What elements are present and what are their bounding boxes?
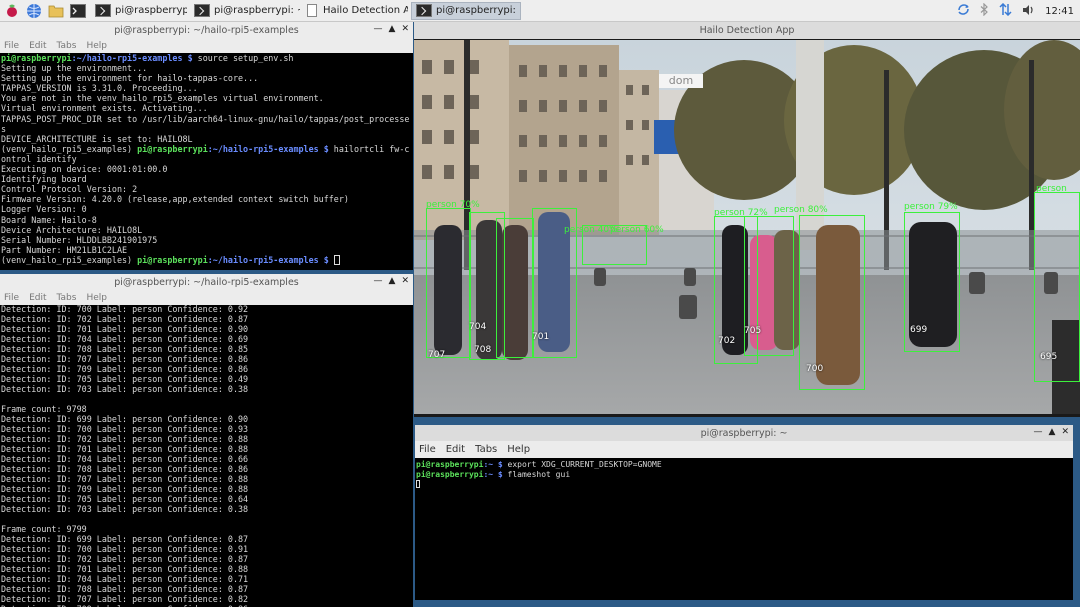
track-id: 699 (910, 325, 928, 335)
track-id: 707 (428, 350, 446, 360)
terminal-output[interactable]: pi@raspberrypi:~/hailo-rpi5-examples $ s… (0, 53, 413, 265)
terminal-line: Control Protocol Version: 2 (1, 184, 138, 195)
clock[interactable]: 12:41 (1045, 6, 1074, 17)
text-cursor (333, 254, 340, 265)
desktop: pi@raspberrypi: ~/h... pi@raspberrypi: ~… (0, 0, 1080, 607)
terminal-line: Setting up the environment for hailo-tap… (1, 73, 259, 84)
browser-icon[interactable] (25, 2, 43, 20)
track-id: 704 (469, 322, 487, 332)
terminal-line: Firmware Version: 4.20.0 (release,app,ex… (1, 194, 349, 205)
detection-video-frame: dom person 70% person 40% person 60% per… (414, 40, 1080, 414)
text-cursor (416, 480, 420, 488)
taskbar: pi@raspberrypi: ~/h... pi@raspberrypi: ~… (0, 0, 1080, 22)
task-hailo-app[interactable]: Hailo Detection App (303, 2, 408, 20)
terminal-line: TAPPAS_POST_PROC_DIR set to /usr/lib/aar… (1, 113, 410, 134)
terminal-window-setup: pi@raspberrypi: ~/hailo-rpi5-examples — ▲… (0, 22, 413, 270)
terminal-window-detections: pi@raspberrypi: ~/hailo-rpi5-examples — ▲… (0, 274, 413, 607)
menubar: File Edit Tabs Help (415, 441, 1073, 458)
system-tray: 12:41 (957, 0, 1074, 22)
hailo-detection-window: Hailo Detection App dom person 70% perso… (414, 22, 1080, 417)
close-icon[interactable]: ✕ (401, 24, 409, 34)
maximize-icon[interactable]: ▲ (389, 276, 396, 286)
menu-file[interactable]: File (4, 293, 19, 303)
window-icon (307, 4, 317, 17)
terminal-line: Logger Version: 0 (1, 204, 87, 215)
terminal-icon (95, 4, 111, 17)
track-id: 708 (474, 345, 492, 355)
terminal-line: Executing on device: 0001:01:00.0 (1, 164, 168, 175)
terminal-launcher-icon[interactable] (69, 2, 87, 20)
file-manager-icon[interactable] (47, 2, 65, 20)
bluetooth-icon[interactable] (980, 2, 989, 19)
minimize-icon[interactable]: — (374, 276, 383, 286)
menu-tabs[interactable]: Tabs (57, 41, 77, 51)
track-id: 705 (744, 326, 762, 336)
terminal-output[interactable]: Detection: ID: 700 Label: person Confide… (0, 304, 413, 607)
raspberry-menu-icon[interactable] (3, 2, 21, 20)
minimize-icon[interactable]: — (1034, 427, 1043, 437)
window-titlebar[interactable]: pi@raspberrypi: ~ — ▲ ✕ (415, 425, 1073, 441)
terminal-line: You are not in the venv_hailo_rpi5_examp… (1, 93, 324, 104)
menu-edit[interactable]: Edit (29, 41, 46, 51)
detection-box (496, 218, 534, 358)
maximize-icon[interactable]: ▲ (1049, 427, 1056, 437)
network-icon[interactable] (999, 2, 1012, 19)
menu-help[interactable]: Help (507, 444, 530, 455)
track-id: 702 (718, 336, 736, 346)
terminal-line: Setting up the environment... (1, 63, 148, 74)
detection-label: person 70% (426, 200, 480, 210)
terminal-icon (416, 4, 432, 17)
terminal-output[interactable]: pi@raspberrypi:~ $ export XDG_CURRENT_DE… (415, 458, 1073, 489)
terminal-window-home: pi@raspberrypi: ~ — ▲ ✕ File Edit Tabs Hel… (415, 425, 1073, 600)
terminal-line: Serial Number: HLDDLBB241901975 (1, 234, 158, 245)
volume-icon[interactable] (1022, 4, 1035, 19)
menu-help[interactable]: Help (86, 41, 107, 51)
detection-label: person 80% (774, 205, 828, 215)
terminal-line: Part Number: HM21LB1C2LAE (1, 244, 128, 255)
terminal-line: Virtual environment exists. Activating..… (1, 103, 208, 114)
menu-file[interactable]: File (419, 444, 436, 455)
menu-tabs[interactable]: Tabs (475, 444, 497, 455)
terminal-line: Detection: ID: 703 Label: person Confide… (1, 504, 249, 514)
terminal-line: Identifying board (1, 174, 87, 185)
detection-label: person (1036, 184, 1067, 194)
detection-label: person 72% (714, 208, 768, 218)
minimize-icon[interactable]: — (374, 24, 383, 34)
task-terminal-2[interactable]: pi@raspberrypi: ~/h... (190, 2, 300, 20)
detection-label: person 60% (610, 225, 664, 235)
updates-icon[interactable] (957, 3, 970, 19)
track-id: 701 (532, 332, 550, 342)
maximize-icon[interactable]: ▲ (389, 24, 396, 34)
menu-edit[interactable]: Edit (446, 444, 465, 455)
terminal-line: Detection: ID: 703 Label: person Confide… (1, 384, 249, 394)
close-icon[interactable]: ✕ (1061, 427, 1069, 437)
track-id: 700 (806, 364, 824, 374)
building-sign: dom (659, 74, 703, 88)
close-icon[interactable]: ✕ (401, 276, 409, 286)
task-terminal-1[interactable]: pi@raspberrypi: ~/h... (91, 2, 187, 20)
window-titlebar[interactable]: pi@raspberrypi: ~/hailo-rpi5-examples — ▲… (0, 22, 413, 38)
menu-tabs[interactable]: Tabs (57, 293, 77, 303)
window-titlebar[interactable]: Hailo Detection App (414, 22, 1080, 39)
menubar: File Edit Tabs Help (0, 38, 413, 53)
menu-help[interactable]: Help (86, 293, 107, 303)
task-terminal-3[interactable]: pi@raspberrypi: ~ (411, 1, 521, 20)
terminal-line: Device Architecture: HAILO8L (1, 224, 143, 235)
menubar: File Edit Tabs Help (0, 290, 413, 305)
window-titlebar[interactable]: pi@raspberrypi: ~/hailo-rpi5-examples — ▲… (0, 274, 413, 290)
detection-label: person 79% (904, 202, 958, 212)
terminal-line: TAPPAS_VERSION is 3.31.0. Proceeding... (1, 83, 198, 94)
terminal-icon (194, 4, 210, 17)
menu-edit[interactable]: Edit (29, 293, 46, 303)
menu-file[interactable]: File (4, 41, 19, 51)
terminal-line: Board Name: Hailo-8 (1, 214, 97, 225)
track-id: 695 (1040, 352, 1058, 362)
detection-box (426, 208, 471, 358)
terminal-line: DEVICE_ARCHITECTURE is set to: HAILO8L (1, 133, 193, 144)
